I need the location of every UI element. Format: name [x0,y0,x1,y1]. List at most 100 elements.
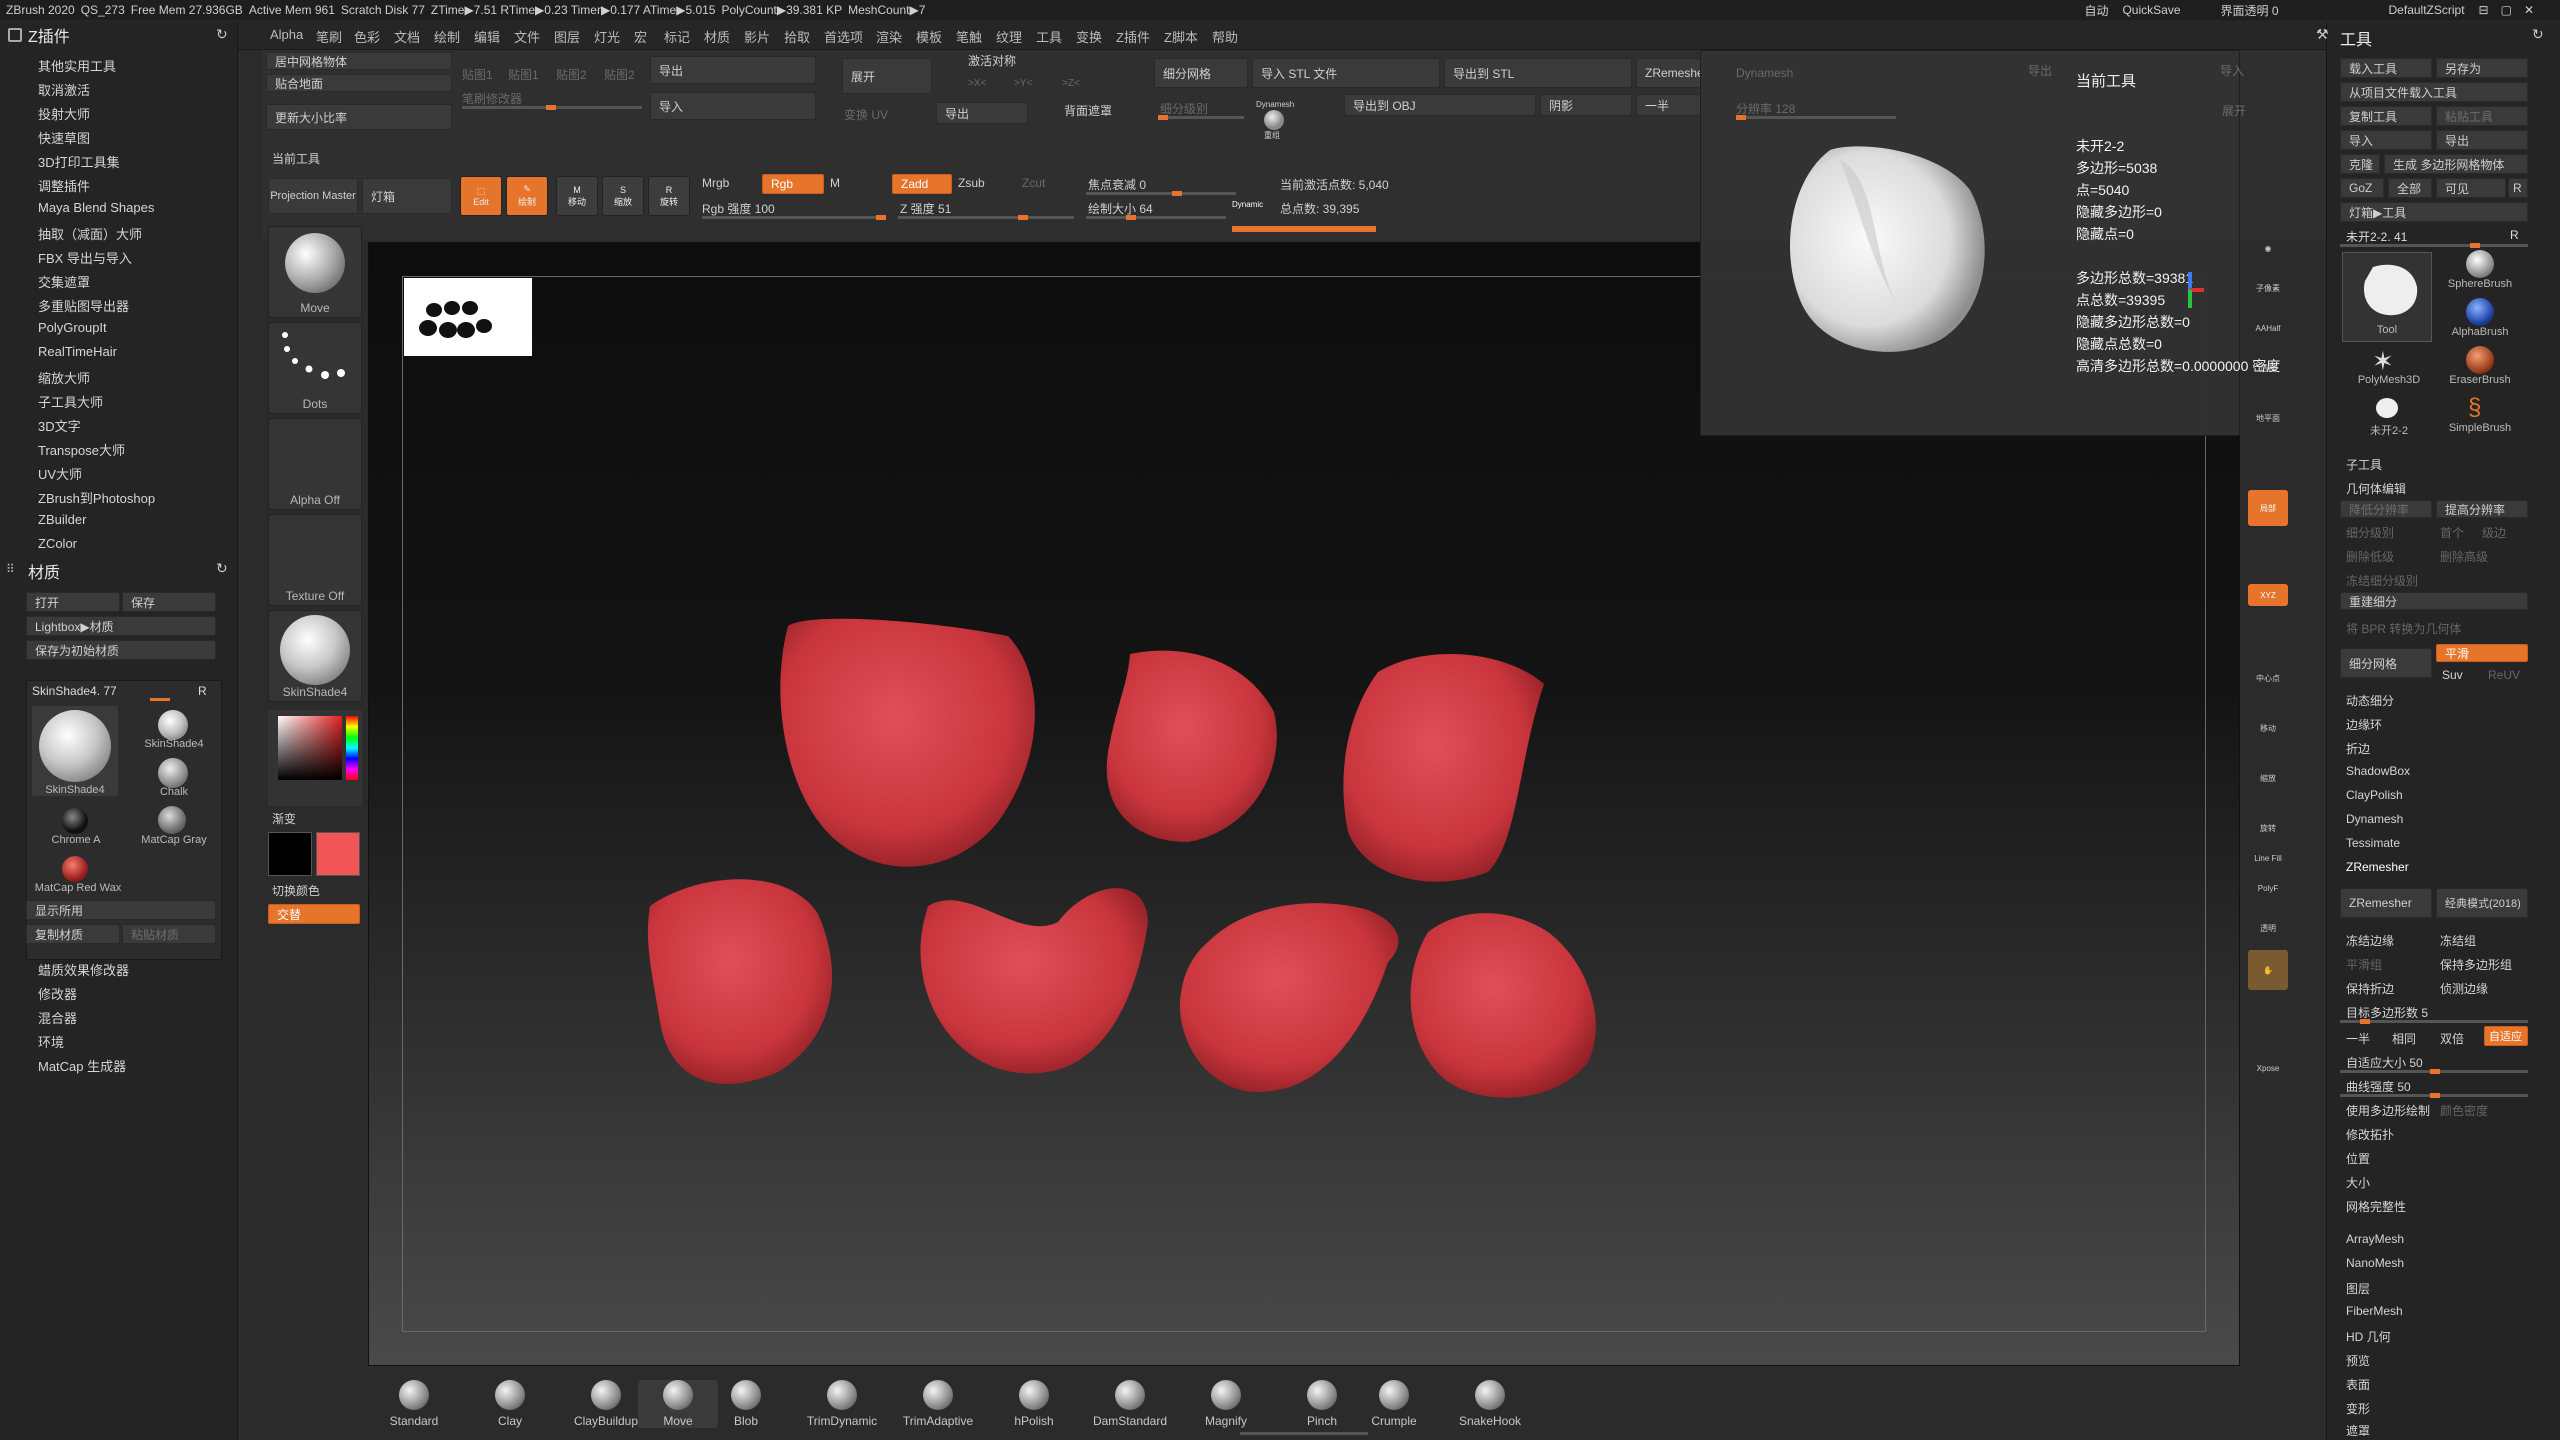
mrgb-button[interactable]: Mrgb [702,176,729,190]
zplugin-item-adjust[interactable]: 调整插件 [38,176,90,195]
shelf-export2-button[interactable]: 导出 [936,102,1028,124]
stroke-thumb-dots[interactable]: Dots [268,322,362,414]
zplugin-item-maya[interactable]: Maya Blend Shapes [38,200,154,215]
edit-mode-button[interactable]: ⬚ Edit [460,176,502,216]
subpixel-button[interactable]: 子像素 [2248,270,2288,306]
dynamic-button[interactable]: Dynamic [1232,200,1263,209]
sdiv-label[interactable]: 细分级别 [2346,524,2394,541]
popup-import[interactable]: 导入 [2220,62,2244,79]
half-mode[interactable]: 一半 [2346,1030,2370,1047]
modify-topology[interactable]: 修改拓扑 [2346,1126,2394,1143]
dynamesh-icon[interactable] [1264,110,1284,130]
brush-trimadaptive[interactable]: TrimAdaptive [898,1380,978,1428]
hd-geometry[interactable]: HD 几何 [2346,1328,2391,1345]
menu-picker[interactable]: 拾取 [784,27,810,46]
draw-size-slider[interactable] [1086,215,1226,220]
smooth-groups[interactable]: 平滑组 [2346,956,2382,973]
keep-creases[interactable]: 保持折边 [2346,980,2394,997]
material-open-button[interactable]: 打开 [26,592,120,612]
menu-file[interactable]: 文件 [514,27,540,46]
menu-layer[interactable]: 图层 [554,27,580,46]
zplugin-item-polygroupit[interactable]: PolyGroupIt [38,320,107,335]
freeze-border[interactable]: 冻结边缘 [2346,932,2394,949]
material-thumb[interactable]: SkinShade4 [268,610,362,702]
rotate-mode-button[interactable]: R 旋转 [648,176,690,216]
zplugin-item-zbuilder[interactable]: ZBuilder [38,512,86,527]
default-zscript[interactable]: DefaultZScript [2389,3,2465,17]
subdiv-level-slider[interactable] [1158,115,1244,120]
polyf-button[interactable]: PolyF [2248,870,2288,906]
divide-button[interactable]: 细分网格 [2340,648,2432,678]
import-stl-button[interactable]: 导入 STL 文件 [1252,58,1440,88]
brush-pinch[interactable]: Pinch [1282,1380,1362,1428]
brush-magnify[interactable]: Magnify [1186,1380,1266,1428]
goz-r-button[interactable]: R [2508,178,2528,198]
export-obj-button[interactable]: 导出到 OBJ [1344,94,1536,116]
move-mode-button[interactable]: M 移动 [556,176,598,216]
brush-clay[interactable]: Clay [470,1380,550,1428]
geometry-section[interactable]: 几何体编辑 [2346,480,2406,497]
crease[interactable]: 折边 [2346,740,2370,757]
zplugin-item-zcolor[interactable]: ZColor [38,536,77,551]
material-sub-environment[interactable]: 环境 [38,1032,64,1051]
scale-mode-button[interactable]: S 缩放 [602,176,644,216]
zplugin-menu-icon[interactable] [8,28,22,42]
shelf-import-button[interactable]: 导入 [650,92,816,120]
sym-x[interactable]: >X< [968,78,986,89]
lightbox-material-button[interactable]: Lightbox▶材质 [26,616,216,636]
sym-z[interactable]: >Z< [1062,78,1080,89]
target-poly-count[interactable]: 目标多边形数 5 [2346,1004,2428,1021]
simple-brush-icon[interactable]: § [2468,394,2481,422]
z-intensity-slider[interactable] [898,215,1074,220]
menu-light[interactable]: 灯光 [594,27,620,46]
menu-marker[interactable]: 标记 [664,27,690,46]
reconstruct-subdiv-button[interactable]: 重建细分 [2340,592,2528,610]
backface-mask[interactable]: 背面遮罩 [1064,102,1112,119]
alpha-thumb[interactable]: Alpha Off [268,418,362,510]
brush-hpolish[interactable]: hPolish [994,1380,1074,1428]
preview-section[interactable]: 预览 [2346,1352,2370,1369]
zplugin-item-3dprint[interactable]: 3D打印工具集 [38,152,120,171]
zplugin-item-projection[interactable]: 投射大师 [38,104,90,123]
activate-symmetry[interactable]: 激活对称 [968,52,1016,69]
menu-preferences[interactable]: 首选项 [824,27,863,46]
brush-crumple[interactable]: Crumple [1354,1380,1434,1428]
legacy-mode-button[interactable]: 经典模式(2018) [2436,888,2528,918]
zplugin-item-fbx[interactable]: FBX 导出与导入 [38,248,132,267]
tessimate[interactable]: Tessimate [2346,836,2400,850]
subtool-thumb[interactable] [2376,398,2398,418]
target-poly-slider[interactable] [2340,1019,2528,1024]
save-as-button[interactable]: 另存为 [2436,58,2528,78]
tool-slider[interactable] [2340,243,2528,248]
tool-menu-icon[interactable]: ⚒ [2316,26,2329,43]
ui-transparency-slider[interactable]: 界面透明 0 [2221,2,2279,19]
eraser-brush-thumb[interactable] [2466,346,2494,374]
load-from-project-button[interactable]: 从项目文件载入工具 [2340,82,2528,102]
focal-shift-slider[interactable] [1086,191,1236,196]
shelf-expand-button[interactable]: 展开 [842,58,932,94]
popup-export[interactable]: 导出 [2028,62,2052,79]
material-thumb-chalk[interactable] [158,758,188,788]
zplugin-item-3dtext[interactable]: 3D文字 [38,416,81,435]
show-used-button[interactable]: 显示所用 [26,900,216,920]
mesh-modifier-slider[interactable] [462,105,642,110]
position[interactable]: 位置 [2346,1150,2370,1167]
adaptive-toggle[interactable]: 自适应 [2484,1026,2528,1046]
menu-material[interactable]: 材质 [704,27,730,46]
current-tool-r[interactable]: R [2510,228,2519,242]
menu-macro[interactable]: 宏 [634,27,647,46]
main-color-swatch[interactable] [268,832,312,876]
higher-res-button[interactable]: 提高分辨率 [2436,500,2528,518]
zplugin-item-scale[interactable]: 缩放大师 [38,368,90,387]
copy-material-button[interactable]: 复制材质 [26,924,120,944]
shadowbox[interactable]: ShadowBox [2346,764,2410,778]
switch-color-button[interactable]: 切换颜色 [272,882,320,899]
menu-edit[interactable]: 编辑 [474,27,500,46]
layers-section[interactable]: 图层 [2346,1280,2370,1297]
make-polymesh-button[interactable]: 生成 多边形网格物体 [2384,154,2528,174]
goz-all-button[interactable]: 全部 [2388,178,2432,198]
keep-groups[interactable]: 保持多边形组 [2440,956,2512,973]
nanomesh[interactable]: NanoMesh [2346,1256,2404,1270]
material-header[interactable]: 材质 [0,558,238,584]
zplugin-item-multimap[interactable]: 多重贴图导出器 [38,296,129,315]
